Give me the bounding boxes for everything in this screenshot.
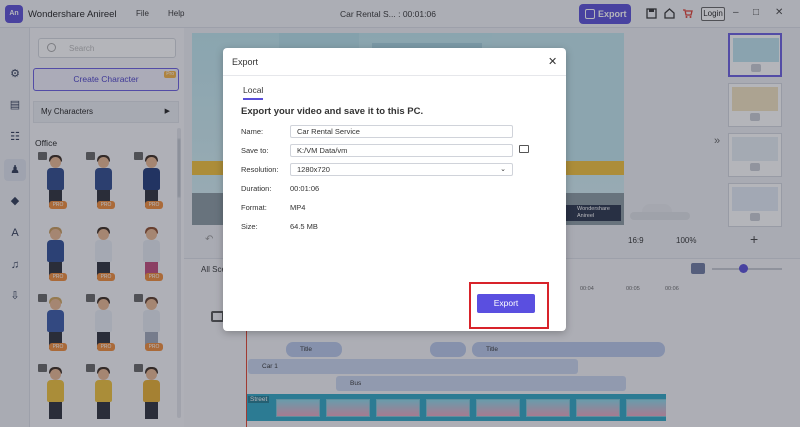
save-to-field[interactable]: K:/VM Data/vm [290,144,513,157]
dialog-title: Export [232,57,259,67]
dialog-divider [223,75,566,76]
save-to-label: Save to: [241,146,269,155]
close-icon[interactable]: ✕ [548,55,557,68]
folder-icon[interactable] [519,145,529,153]
export-dialog: Export ✕ Local Export your video and sav… [223,48,566,331]
format-value: MP4 [290,203,306,212]
duration-value: 00:01:06 [290,184,320,193]
resolution-label: Resolution: [241,165,279,174]
dialog-heading: Export your video and save it to this PC… [241,106,424,117]
size-value: 64.5 MB [290,222,318,231]
format-label: Format: [241,203,267,212]
duration-label: Duration: [241,184,272,193]
tab-local[interactable]: Local [243,85,264,100]
size-label: Size: [241,222,258,231]
resolution-value: 1280x720 [297,165,330,174]
resolution-select[interactable]: 1280x720 ⌄ [290,163,513,176]
name-label: Name: [241,127,264,136]
export-button[interactable]: Export [477,294,535,313]
chevron-down-icon: ⌄ [500,166,506,173]
name-field[interactable]: Car Rental Service [290,125,513,138]
